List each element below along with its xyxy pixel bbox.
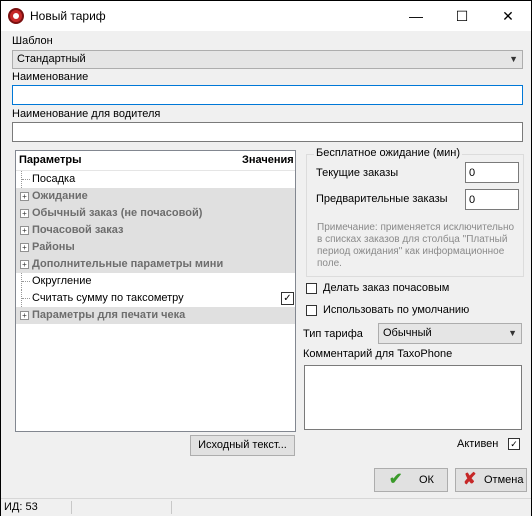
tree-connector [21,290,31,307]
hourly-label[interactable]: Делать заказ почасовым [323,282,449,294]
maximize-button[interactable]: ☐ [439,1,485,31]
hourly-checkbox[interactable] [306,283,317,294]
tree-row-label: Округление [32,275,92,287]
status-separator [71,501,72,514]
tree-row[interactable]: Округление [16,273,295,290]
default-checkbox[interactable] [306,305,317,316]
active-checkbox[interactable]: ✓ [508,438,520,450]
tree-row[interactable]: Считать сумму по таксометру ✓ [16,290,295,307]
title-bar: Новый тариф — ☐ ✕ [1,1,531,31]
expand-icon[interactable]: + [20,226,29,235]
status-bar: ИД: 53 [1,498,531,516]
tree-row[interactable]: + Почасовой заказ [16,222,295,239]
window-title: Новый тариф [30,9,106,23]
tree-row-label: Дополнительные параметры мини [32,258,224,270]
minimize-button[interactable]: — [393,1,439,31]
driver-name-input[interactable] [12,122,523,142]
expand-icon[interactable]: + [20,260,29,269]
close-button[interactable]: ✕ [485,1,531,31]
current-orders-label: Текущие заказы [316,167,399,179]
record-id: ИД: 53 [4,501,38,513]
name-input[interactable] [12,85,523,105]
parameters-tree[interactable]: Параметры Значения Посадка + Ожидание + … [15,150,296,432]
tree-connector [21,171,31,188]
taximeter-checkbox[interactable]: ✓ [281,292,294,305]
tariff-type-select[interactable]: Обычный ▼ [378,323,522,344]
ok-button[interactable]: ✔ ОК [374,468,448,492]
app-icon [8,8,24,24]
status-separator [171,501,172,514]
cancel-button[interactable]: ✘ Отмена [455,468,527,492]
tree-row[interactable]: + Ожидание [16,188,295,205]
chevron-down-icon: ▼ [509,54,518,64]
expand-icon[interactable]: + [20,243,29,252]
cancel-x-icon: ✘ [463,471,477,488]
template-label: Шаблон [12,35,53,47]
expand-icon[interactable]: + [20,311,29,320]
ok-label: ОК [419,474,434,486]
tree-row-label: Ожидание [32,190,88,202]
dialog-window: Новый тариф — ☐ ✕ Шаблон Стандартный ▼ Н… [1,1,531,516]
preliminary-orders-label: Предварительные заказы [316,193,448,205]
check-icon: ✔ [389,471,403,488]
expand-icon[interactable]: + [20,209,29,218]
tree-row-label: Параметры для печати чека [32,309,186,321]
tariff-type-label: Тип тарифа [303,328,363,340]
driver-name-label: Наименование для водителя [12,108,161,120]
chevron-down-icon: ▼ [508,328,517,338]
source-text-button[interactable]: Исходный текст... [190,435,295,456]
current-orders-input[interactable] [465,162,519,183]
column-values-header[interactable]: Значения [242,154,294,166]
tree-row[interactable]: + Параметры для печати чека [16,307,295,324]
tree-row-label: Почасовой заказ [32,224,124,236]
tree-row-label: Обычный заказ (не почасовой) [32,207,203,219]
template-select[interactable]: Стандартный ▼ [12,50,523,69]
active-label[interactable]: Активен [457,438,498,450]
free-wait-title: Бесплатное ожидание (мин) [314,147,463,159]
preliminary-orders-input[interactable] [465,189,519,210]
template-value: Стандартный [17,53,86,65]
free-wait-note: Примечание: применяется исключительно в … [317,222,515,269]
name-label: Наименование [12,71,89,83]
tree-connector [21,273,31,290]
comment-textarea[interactable] [304,365,522,430]
tree-row-label: Считать сумму по таксометру [32,292,184,304]
cancel-label: Отмена [484,474,524,486]
tree-row-label: Районы [32,241,75,253]
tariff-type-value: Обычный [383,327,432,339]
tree-row-label: Посадка [32,173,76,185]
tree-row[interactable]: + Районы [16,239,295,256]
tree-row[interactable]: Посадка [16,171,295,188]
comment-label: Комментарий для TaxoPhone [303,348,453,360]
column-params-header[interactable]: Параметры [19,154,81,166]
tree-row[interactable]: + Дополнительные параметры мини [16,256,295,273]
tree-header: Параметры Значения [16,151,295,171]
expand-icon[interactable]: + [20,192,29,201]
default-label[interactable]: Использовать по умолчанию [323,304,469,316]
tree-row[interactable]: + Обычный заказ (не почасовой) [16,205,295,222]
